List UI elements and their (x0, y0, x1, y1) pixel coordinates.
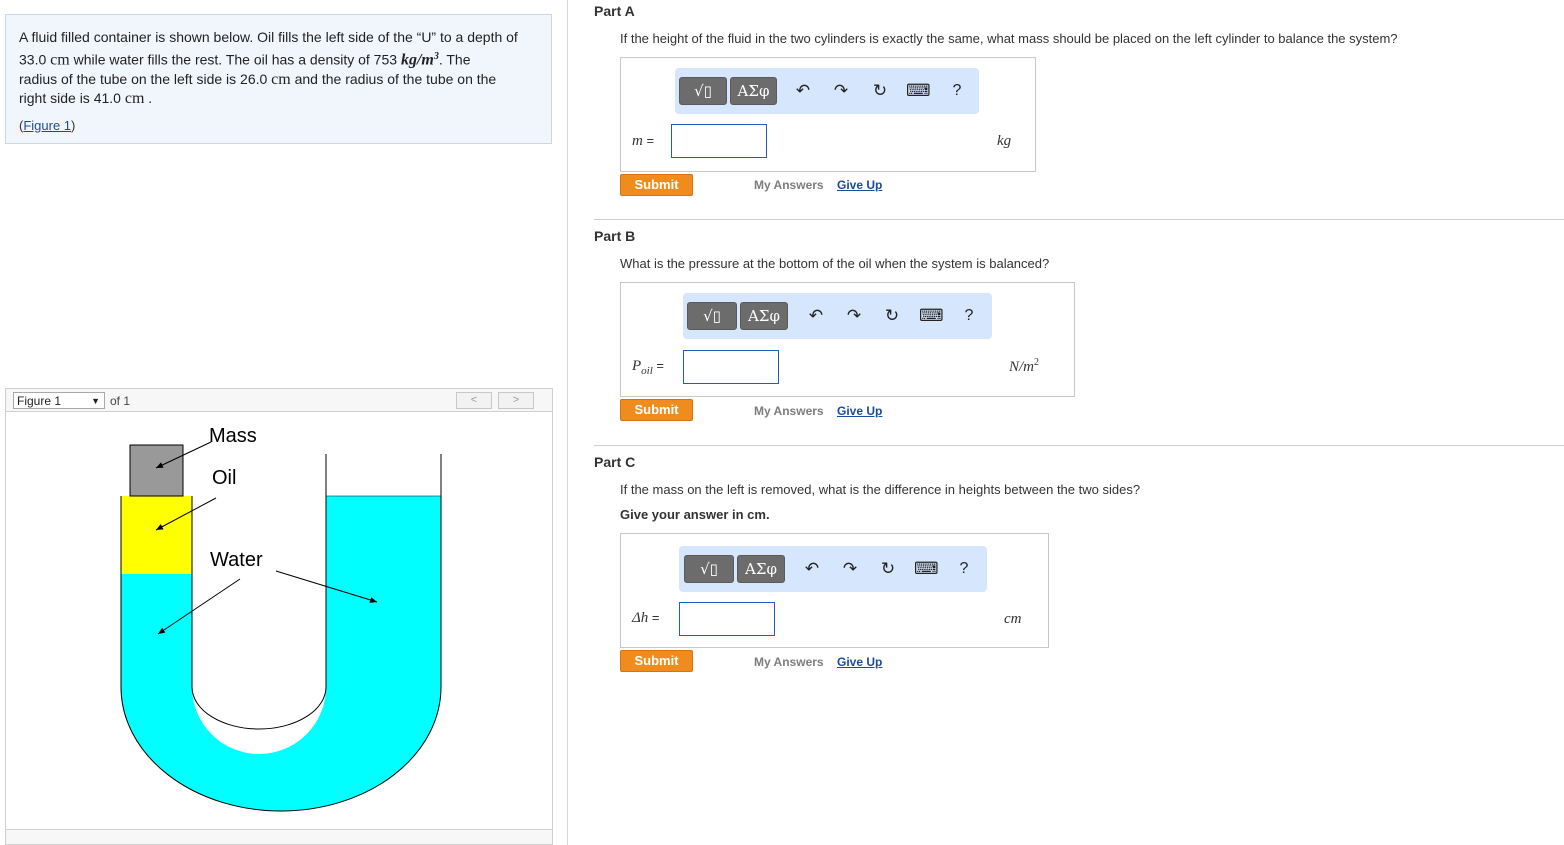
math-unit: cm (50, 51, 70, 69)
oil-region (121, 496, 192, 574)
part-divider (594, 219, 1564, 220)
figure-panel: Mass Oil Water (5, 412, 553, 832)
math-unit: cm (271, 70, 291, 88)
keyboard-icon[interactable]: ⌨ (914, 558, 939, 580)
figure-bottom-bar (5, 829, 553, 845)
next-figure-button[interactable]: > (498, 392, 534, 409)
math-toolbar: √▯ ΑΣφ ↶ ↷ ↻ ⌨ ? (683, 293, 992, 339)
submit-button[interactable]: Submit (620, 650, 693, 672)
submit-button[interactable]: Submit (620, 174, 693, 196)
keyboard-icon[interactable]: ⌨ (919, 305, 944, 327)
undo-icon[interactable]: ↶ (800, 558, 824, 580)
mass-block (129, 444, 184, 497)
math-toolbar: √▯ ΑΣφ ↶ ↷ ↻ ⌨ ? (679, 546, 987, 592)
panel-divider (567, 0, 568, 845)
problem-text: . (144, 89, 153, 106)
part-b-title: Part B (594, 228, 636, 244)
templates-button[interactable]: √▯ (687, 302, 737, 330)
give-up-link[interactable]: Give Up (837, 178, 882, 192)
part-a-title: Part A (594, 3, 635, 19)
figure-link[interactable]: Figure 1 (23, 118, 71, 133)
unit-label: N/m2 (1009, 357, 1040, 375)
problem-text: radius of the tube on the left side is 2… (19, 70, 272, 87)
problem-text: while water fills the rest. The oil has … (69, 51, 401, 68)
part-c-question: If the mass on the left is removed, what… (620, 482, 1141, 497)
redo-icon[interactable]: ↷ (838, 558, 862, 580)
variable-label: Poil = (632, 358, 665, 377)
problem-text: A fluid filled container is shown below.… (19, 29, 518, 45)
water-label: Water (210, 549, 263, 571)
part-b-answer-box: √▯ ΑΣφ ↶ ↷ ↻ ⌨ ? Poil = N/m2 (620, 282, 1075, 397)
variable-label: Δh = (632, 610, 660, 626)
my-answers-link[interactable]: My Answers (754, 655, 824, 669)
redo-icon[interactable]: ↷ (829, 80, 853, 102)
figure-link-wrapper: (Figure 1) (19, 117, 76, 133)
part-divider (594, 445, 1564, 446)
problem-statement: A fluid filled container is shown below.… (5, 14, 552, 144)
math-unit: cm (124, 89, 145, 107)
answer-input[interactable] (683, 350, 779, 384)
sqrt-icon: √▯ (694, 82, 712, 100)
part-b-question: What is the pressure at the bottom of th… (620, 256, 1050, 271)
problem-text: . The (438, 51, 471, 68)
problem-text: 33.0 (19, 51, 47, 68)
prev-figure-button[interactable]: < (456, 392, 492, 409)
part-a-question: If the height of the fluid in the two cy… (620, 31, 1398, 46)
submit-button[interactable]: Submit (620, 399, 693, 421)
my-answers-link[interactable]: My Answers (754, 178, 824, 192)
chevron-right-icon: > (512, 394, 520, 406)
sqrt-icon: √▯ (700, 560, 718, 578)
chevron-left-icon: < (470, 394, 478, 406)
part-c-answer-box: √▯ ΑΣφ ↶ ↷ ↻ ⌨ ? Δh = cm (620, 533, 1049, 648)
sqrt-icon: √▯ (703, 307, 721, 325)
problem-text: and the radius of the tube on the (290, 70, 497, 87)
greek-symbols-button[interactable]: ΑΣφ (740, 302, 788, 330)
undo-icon[interactable]: ↶ (791, 80, 815, 102)
mass-label: Mass (209, 425, 257, 447)
math-toolbar: √▯ ΑΣφ ↶ ↷ ↻ ⌨ ? (675, 68, 979, 114)
variable-label: m = (632, 133, 655, 149)
answer-input[interactable] (679, 602, 775, 636)
reset-icon[interactable]: ↻ (876, 558, 900, 580)
figure-toolbar: Figure 1 ▼ of 1 < > (5, 388, 553, 412)
reset-icon[interactable]: ↻ (868, 80, 892, 102)
problem-text: right side is 41.0 (19, 89, 125, 106)
part-c-title: Part C (594, 454, 636, 470)
templates-button[interactable]: √▯ (679, 77, 727, 105)
part-c-note: Give your answer in cm. (620, 507, 770, 522)
redo-icon[interactable]: ↷ (842, 305, 866, 327)
help-icon[interactable]: ? (945, 80, 969, 102)
dropdown-arrow-icon: ▼ (91, 396, 100, 406)
greek-symbols-button[interactable]: ΑΣφ (730, 77, 777, 105)
help-icon[interactable]: ? (957, 305, 981, 327)
unit-label: cm (1004, 611, 1022, 627)
figure-select[interactable]: Figure 1 ▼ (13, 392, 105, 409)
math-unit: kg/m (400, 51, 434, 69)
reset-icon[interactable]: ↻ (880, 305, 904, 327)
give-up-link[interactable]: Give Up (837, 655, 882, 669)
give-up-link[interactable]: Give Up (837, 404, 882, 418)
greek-symbols-button[interactable]: ΑΣφ (737, 555, 785, 583)
u-tube-diagram: Mass Oil Water (120, 425, 442, 812)
figure-select-value: Figure 1 (17, 394, 62, 408)
my-answers-link[interactable]: My Answers (754, 404, 824, 418)
undo-icon[interactable]: ↶ (804, 305, 828, 327)
templates-button[interactable]: √▯ (684, 555, 734, 583)
oil-label: Oil (212, 467, 236, 489)
figure-count: of 1 (110, 394, 131, 408)
keyboard-icon[interactable]: ⌨ (906, 80, 931, 102)
help-icon[interactable]: ? (952, 558, 976, 580)
answer-input[interactable] (671, 124, 767, 158)
tube-inner-wall (191, 454, 327, 730)
part-a-answer-box: √▯ ΑΣφ ↶ ↷ ↻ ⌨ ? m = kg (620, 57, 1036, 172)
unit-label: kg (997, 133, 1012, 149)
